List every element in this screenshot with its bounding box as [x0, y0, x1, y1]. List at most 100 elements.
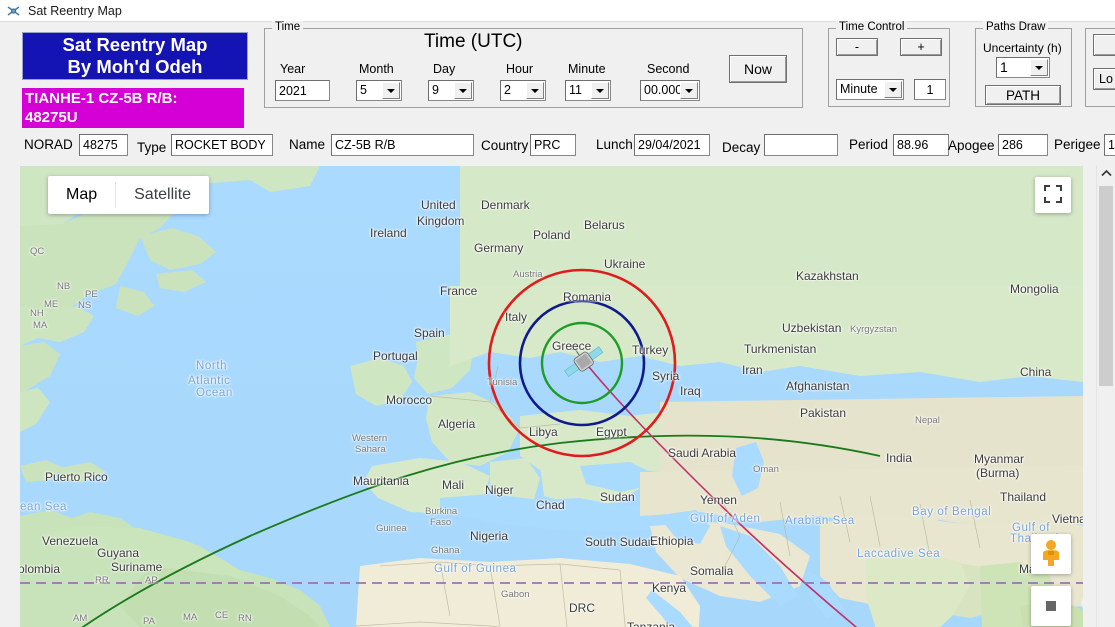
chevron-down-icon[interactable]: [680, 82, 698, 99]
map-label: ME: [44, 299, 58, 310]
chevron-down-icon[interactable]: [526, 82, 544, 99]
map-label: Saudi Arabia: [668, 446, 736, 460]
time-step-input[interactable]: 1: [914, 79, 946, 100]
year-input[interactable]: 2021: [275, 80, 330, 101]
object-name-line2: 48275U: [25, 108, 241, 127]
street-view-pegman-button[interactable]: [1031, 534, 1071, 574]
map-label: Guyana: [97, 546, 139, 560]
map-label: Faso: [430, 517, 451, 528]
map-canvas[interactable]: IrelandUnitedKingdomDenmarkGermanyPoland…: [20, 166, 1083, 627]
scrollbar-thumb[interactable]: [1099, 186, 1113, 386]
zoom-control-button[interactable]: [1031, 586, 1071, 626]
map-label: Ireland: [370, 226, 407, 240]
uncertainty-combo[interactable]: 1: [996, 57, 1050, 78]
lunch-input[interactable]: 29/04/2021: [634, 134, 710, 156]
map-label: Austria: [513, 269, 543, 280]
map-label: Guinea: [376, 523, 407, 534]
minute-label: Minute: [568, 62, 606, 76]
scroll-up-button[interactable]: [1097, 166, 1115, 184]
map-label: Belarus: [584, 218, 625, 232]
map-label: Ethiopia: [650, 534, 693, 548]
map-label: Sahara: [355, 444, 386, 455]
time-utc-heading: Time (UTC): [424, 31, 523, 53]
minute-combo[interactable]: 11: [565, 80, 611, 101]
map-type-switch[interactable]: Map Satellite: [48, 176, 209, 214]
map-label: Algeria: [438, 417, 475, 431]
map-label: Kenya: [652, 581, 686, 595]
sat-reentry-map-window: Sat Reentry Map Sat Reentry Map By Moh'd…: [0, 0, 1115, 627]
map-label: Sudan: [600, 490, 635, 504]
map-label: China: [1020, 365, 1051, 379]
map-type-map-button[interactable]: Map: [48, 176, 115, 214]
right-top-button-clipped[interactable]: [1093, 34, 1115, 56]
perigee-input[interactable]: 1: [1104, 134, 1115, 156]
map-label: Nigeria: [470, 529, 508, 543]
map-type-satellite-button[interactable]: Satellite: [116, 176, 209, 214]
map-label: Afghanistan: [786, 379, 849, 393]
map-label: Ocean: [196, 387, 233, 399]
chevron-down-icon[interactable]: [591, 82, 609, 99]
map-label: olombia: [20, 562, 60, 576]
zoom-control-icon: [1046, 601, 1056, 611]
satellite-icon: [6, 3, 22, 19]
vertical-scrollbar[interactable]: [1096, 166, 1115, 627]
decay-input[interactable]: [764, 134, 838, 156]
second-combo[interactable]: 00.000: [640, 80, 700, 101]
map-label: Laccadive Sea: [857, 548, 940, 560]
hour-combo[interactable]: 2: [500, 80, 546, 101]
name-input[interactable]: CZ-5B R/B: [331, 134, 474, 156]
map-label: MA: [183, 612, 197, 623]
map-label: Niger: [485, 483, 514, 497]
period-input[interactable]: 88.96: [893, 134, 949, 156]
map-label: Tunisia: [487, 377, 517, 388]
map-label: NH: [30, 308, 44, 319]
chevron-down-icon[interactable]: [382, 82, 400, 99]
year-label: Year: [280, 62, 305, 76]
map-label: Portugal: [373, 349, 418, 363]
name-label: Name: [289, 137, 325, 152]
time-groupbox-title: Time: [272, 21, 303, 33]
map-label: NS: [78, 300, 91, 311]
fullscreen-button[interactable]: [1035, 177, 1071, 213]
apogee-label: Apogee: [948, 138, 995, 153]
time-step-unit-combo[interactable]: Minute: [836, 79, 904, 100]
map-label: Mongolia: [1010, 282, 1059, 296]
map-label: Germany: [474, 241, 523, 255]
map-label: Denmark: [481, 198, 530, 212]
now-button[interactable]: Now: [729, 55, 787, 83]
map-label: Pakistan: [800, 406, 846, 420]
chevron-down-icon[interactable]: [884, 81, 902, 98]
map-label: North: [196, 360, 227, 372]
country-label: Country: [481, 138, 528, 153]
type-label: Type: [137, 140, 166, 155]
map-label: Bay of Bengal: [912, 506, 991, 518]
object-name-line1: TIANHE-1 CZ-5B R/B:: [25, 89, 241, 108]
time-increment-button[interactable]: +: [900, 38, 942, 56]
country-input[interactable]: PRC: [530, 134, 576, 156]
map-label: DRC: [569, 601, 595, 615]
map-label: Burkina: [425, 506, 457, 517]
hour-value: 2: [504, 81, 511, 100]
chevron-down-icon[interactable]: [454, 82, 472, 99]
day-value: 9: [432, 81, 439, 100]
map-label: Gulf of Guinea: [434, 563, 517, 575]
chevron-down-icon[interactable]: [1030, 59, 1048, 76]
map-label: Yemen: [700, 493, 737, 507]
path-button[interactable]: PATH: [985, 85, 1061, 105]
month-label: Month: [359, 62, 394, 76]
type-input[interactable]: ROCKET BODY: [171, 134, 273, 156]
norad-input[interactable]: 48275: [79, 134, 128, 156]
scroll-up-icon: [1101, 168, 1112, 182]
map-label: Syria: [652, 369, 679, 383]
period-label: Period: [849, 137, 888, 152]
hour-label: Hour: [506, 62, 533, 76]
minute-value: 11: [569, 81, 582, 100]
day-combo[interactable]: 9: [428, 80, 474, 101]
apogee-input[interactable]: 286: [998, 134, 1048, 156]
map-label: Spain: [414, 326, 445, 340]
map-label: AM: [73, 613, 87, 624]
app-title-line2: By Moh'd Odeh: [68, 56, 203, 78]
time-decrement-button[interactable]: -: [836, 38, 878, 56]
load-button[interactable]: Lo: [1093, 68, 1115, 90]
month-combo[interactable]: 5: [356, 80, 402, 101]
